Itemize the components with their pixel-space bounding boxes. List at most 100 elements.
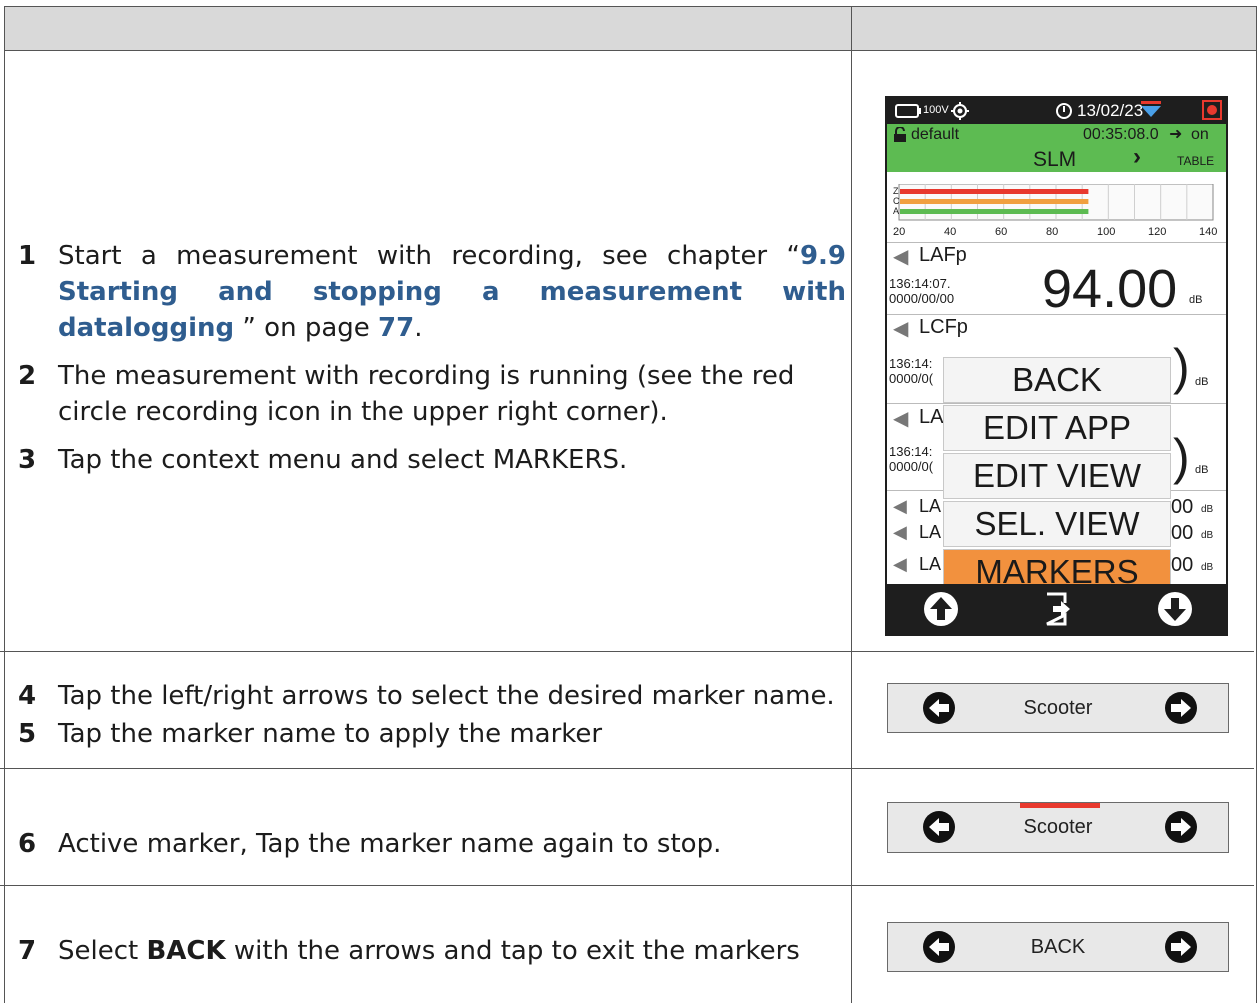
signal-triangle-icon xyxy=(1141,101,1161,117)
next-chevron-icon[interactable]: › xyxy=(1133,143,1141,171)
reading-label: LCFp xyxy=(919,316,968,338)
step-text: Select BACK with the arrows and tap to e… xyxy=(58,933,846,969)
step-text: Tap the marker name to apply the marker xyxy=(58,719,603,749)
on-label: on xyxy=(1191,126,1209,143)
scale-tick-label: 60 xyxy=(995,226,1008,238)
step-item: 3 Tap the context menu and select MARKER… xyxy=(18,442,846,478)
record-indicator xyxy=(1202,100,1222,120)
status-bar: 100V 13/02/23 xyxy=(887,98,1226,124)
row-divider xyxy=(0,885,1254,886)
elapsed-timer: 00:35:08.0 xyxy=(1083,126,1159,143)
menu-item-edit-app[interactable]: EDIT APP xyxy=(943,405,1171,451)
reading-value: 94.00 xyxy=(1042,259,1178,319)
meter-weighting-label: A xyxy=(893,206,899,216)
speaker-icon: ◀ xyxy=(893,496,907,516)
step-number: 5 xyxy=(18,719,37,749)
reading-value: 00 xyxy=(1171,496,1194,518)
speaker-icon: ◀ xyxy=(893,246,909,268)
step-item: 6 Active marker, Tap the marker name aga… xyxy=(18,826,846,862)
step-text: Start a measurement with recording, see … xyxy=(58,238,846,346)
meter-bar xyxy=(900,189,1089,194)
reading-unit: dB xyxy=(1195,464,1209,476)
arrow-right-icon[interactable] xyxy=(1164,810,1198,844)
reading-date: 0000/0( xyxy=(889,371,934,386)
step-text-part: . xyxy=(414,313,423,343)
gps-icon xyxy=(951,102,969,120)
scale-tick-label: 80 xyxy=(1046,226,1059,238)
arrow-down-icon[interactable] xyxy=(1157,591,1193,627)
steps-row-4: 7 Select BACK with the arrows and tap to… xyxy=(18,933,846,969)
step-item: 1 Start a measurement with recording, se… xyxy=(18,238,846,346)
reading-unit: dB xyxy=(1189,294,1203,306)
step-item: 5 Tap the marker name to apply the marke… xyxy=(18,716,846,752)
step-item: 4 Tap the left/right arrows to select th… xyxy=(18,678,846,714)
measurement-header[interactable]: default 00:35:08.0 ➜ on SLM › TABLE xyxy=(887,124,1226,172)
reading-value: 00 xyxy=(1171,554,1194,576)
table-border-left xyxy=(4,6,5,1003)
clock-icon xyxy=(1056,103,1072,119)
scale-tick-label: 140 xyxy=(1199,226,1218,238)
record-circle-icon xyxy=(1207,105,1217,115)
divider xyxy=(887,314,1226,315)
menu-item-back[interactable]: BACK xyxy=(943,357,1171,403)
speaker-icon: ◀ xyxy=(893,408,909,430)
reading-label: LA xyxy=(919,406,944,428)
reading-date: 0000/00/00 xyxy=(889,291,955,306)
step-number: 7 xyxy=(18,936,37,966)
active-marker-indicator xyxy=(1020,803,1100,808)
marker-selector: Scooter xyxy=(887,683,1229,733)
step-text-part: ” on page xyxy=(234,313,379,343)
reading-time: 136:14:07. xyxy=(889,276,951,291)
steps-row-2: 4 Tap the left/right arrows to select th… xyxy=(18,678,846,752)
scale-tick-label: 100 xyxy=(1097,226,1116,238)
step-item: 2 The measurement with recording is runn… xyxy=(18,358,846,430)
step-text-part: Select xyxy=(58,936,147,966)
value-fragment: ) xyxy=(1173,339,1190,395)
menu-item-sel-view[interactable]: SEL. VIEW xyxy=(943,501,1171,547)
back-keyword: BACK xyxy=(146,936,226,966)
next-view-label[interactable]: TABLE xyxy=(1177,154,1214,168)
profile-name: default xyxy=(911,126,960,143)
step-text-part: Start a measurement with recording, see … xyxy=(58,241,800,271)
reading-unit: dB xyxy=(1201,562,1214,573)
divider xyxy=(887,242,1226,243)
mode-label: SLM xyxy=(1033,148,1077,171)
exit-icon[interactable] xyxy=(1043,591,1073,627)
battery-label: 100V xyxy=(923,104,949,116)
battery-icon xyxy=(895,104,921,118)
step-number: 2 xyxy=(18,361,37,391)
reading-label: LA xyxy=(919,496,942,516)
reading-unit: dB xyxy=(1195,376,1209,388)
speaker-icon: ◀ xyxy=(893,522,907,542)
row-divider xyxy=(0,768,1254,769)
step-text: The measurement with recording is runnin… xyxy=(58,361,795,427)
device-screenshot: 100V 13/02/23 default 00:35:08.0 ➜ on SL… xyxy=(885,96,1228,636)
meter-bar xyxy=(900,199,1089,204)
meter-weighting-label: C xyxy=(893,196,900,206)
context-menu: BACK EDIT APP EDIT VIEW SEL. VIEW MARKER… xyxy=(943,355,1171,595)
meter-weighting-label: Z xyxy=(893,186,899,196)
reading-unit: dB xyxy=(1201,530,1214,541)
scale-tick-label: 120 xyxy=(1148,226,1167,238)
reading-label: LAFp xyxy=(919,244,967,266)
step-text-part: with the arrows and tap to exit the mark… xyxy=(225,936,800,966)
step-item: 7 Select BACK with the arrows and tap to… xyxy=(18,933,846,969)
marker-selector-active: Scooter xyxy=(887,802,1229,853)
reading-time: 136:14: xyxy=(889,356,933,371)
arrow-right-icon[interactable] xyxy=(1164,930,1198,964)
arrow-right-icon[interactable] xyxy=(1164,691,1198,725)
scale-tick-label: 20 xyxy=(893,226,906,238)
step-number: 1 xyxy=(18,241,37,271)
menu-item-edit-view[interactable]: EDIT VIEW xyxy=(943,453,1171,499)
page-link[interactable]: 77 xyxy=(378,313,414,343)
level-meters: ZCA xyxy=(893,184,1214,221)
step-number: 3 xyxy=(18,445,37,475)
device-footer xyxy=(887,584,1226,634)
steps-row-3: 6 Active marker, Tap the marker name aga… xyxy=(18,826,846,862)
arrow-up-icon[interactable] xyxy=(923,591,959,627)
reading-date: 0000/0( xyxy=(889,459,934,474)
step-number: 6 xyxy=(18,829,37,859)
speaker-icon: ◀ xyxy=(893,554,907,574)
reading-label: LA xyxy=(919,554,942,574)
marker-selector-back: BACK xyxy=(887,922,1229,972)
